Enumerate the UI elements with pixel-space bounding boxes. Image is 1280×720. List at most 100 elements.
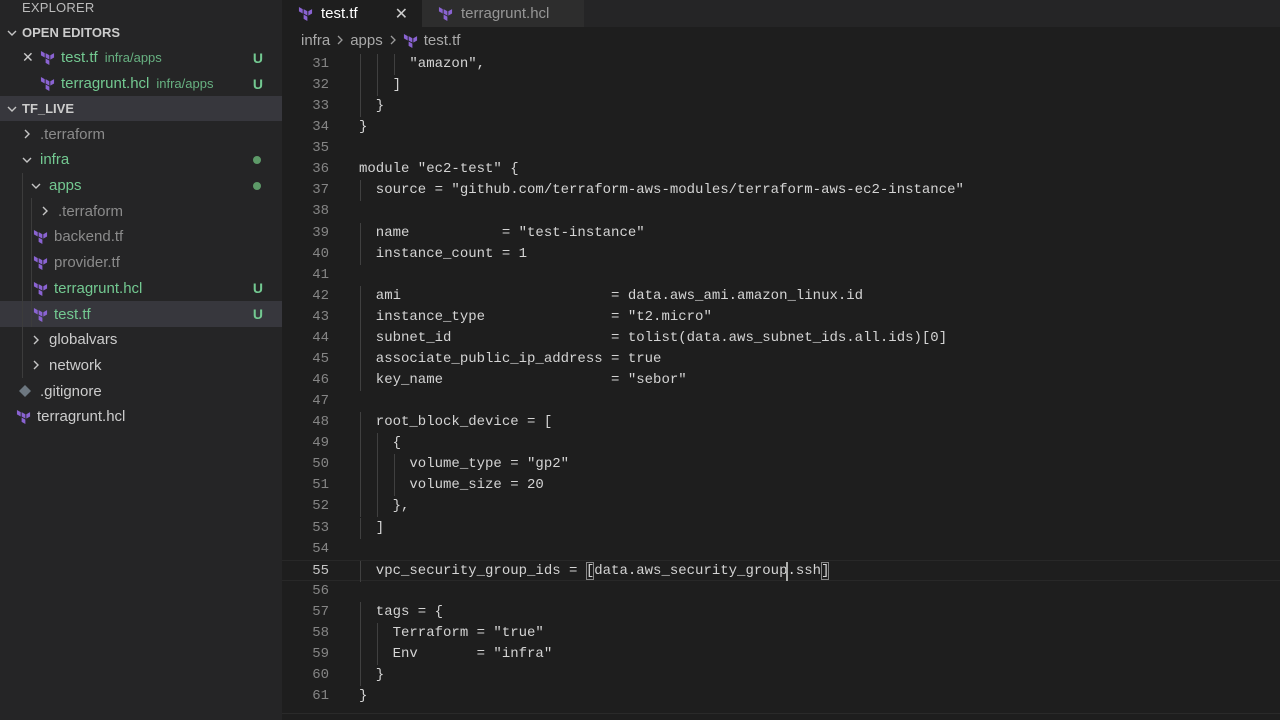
breadcrumb-item[interactable]: apps <box>350 32 383 49</box>
line-number: 53 <box>312 519 329 536</box>
line-number: 51 <box>312 477 329 494</box>
code-text: Env = "infra" <box>359 645 553 662</box>
code-line[interactable]: 50 volume_type = "gp2" <box>282 454 1280 476</box>
open-editor-path: infra/apps <box>156 76 214 92</box>
tree-folder-apps-terraform[interactable]: .terraform <box>0 198 282 225</box>
tree-folder-network[interactable]: network <box>0 352 282 379</box>
line-number: 56 <box>312 582 329 599</box>
open-editors-label: OPEN EDITORS <box>22 25 121 40</box>
code-line[interactable]: 33 } <box>282 96 1280 118</box>
tree-file-backend-tf[interactable]: backend.tf <box>0 224 282 250</box>
code-line[interactable]: 41 <box>282 265 1280 286</box>
code-text: } <box>359 119 368 136</box>
tree-file-gitignore[interactable]: .gitignore <box>0 378 282 404</box>
explorer-sidebar: EXPLORER OPEN EDITORS ✕ test.tf infra/ap… <box>0 0 282 720</box>
line-number: 43 <box>312 308 329 325</box>
tree-folder-globalvars[interactable]: globalvars <box>0 326 282 353</box>
code-line[interactable]: 38 <box>282 201 1280 222</box>
tree-guide <box>22 352 23 379</box>
code-line[interactable]: 35 <box>282 138 1280 159</box>
tree-item-label: infra <box>40 151 70 169</box>
code-text: module "ec2-test" { <box>359 161 519 178</box>
tree-file-terragrunt-hcl[interactable]: terragrunt.hcl U <box>0 275 282 302</box>
tree-file-root-terragrunt-hcl[interactable]: terragrunt.hcl <box>0 404 282 430</box>
code-line[interactable]: 46 key_name = "sebor" <box>282 370 1280 392</box>
code-line[interactable]: 53 ] <box>282 517 1280 539</box>
code-line[interactable]: 44 subnet_id = tolist(data.aws_subnet_id… <box>282 327 1280 349</box>
code-line[interactable]: 58 Terraform = "true" <box>282 622 1280 644</box>
code-text: }, <box>359 498 410 515</box>
indent-guide <box>393 475 395 497</box>
code-line[interactable]: 40 instance_count = 1 <box>282 243 1280 265</box>
code-line[interactable]: 60 } <box>282 665 1280 687</box>
tree-guide <box>22 198 23 225</box>
code-line[interactable]: 31 "amazon", <box>282 54 1280 75</box>
code-line[interactable]: 42 ami = data.aws_ami.amazon_linux.id <box>282 285 1280 307</box>
code-line[interactable]: 39 name = "test-instance" <box>282 222 1280 244</box>
code-text: Terraform = "true" <box>359 624 544 641</box>
code-line[interactable]: 48 root_block_device = [ <box>282 412 1280 434</box>
code-line[interactable]: 32 ] <box>282 75 1280 97</box>
tree-guide <box>22 326 23 353</box>
line-number: 42 <box>312 287 329 304</box>
workspace-header[interactable]: TF_LIVE <box>0 96 282 122</box>
horizontal-scrollbar[interactable] <box>282 713 1280 720</box>
tree-folder-terraform[interactable]: .terraform <box>0 121 282 147</box>
code-line[interactable]: 52 }, <box>282 496 1280 518</box>
tree-item-label: provider.tf <box>54 254 120 272</box>
tab-test-tf[interactable]: test.tf ✕ <box>282 0 422 27</box>
tree-file-provider-tf[interactable]: provider.tf <box>0 249 282 276</box>
indent-guide <box>360 622 361 644</box>
tree-folder-apps[interactable]: apps <box>0 172 282 199</box>
open-editors-header[interactable]: OPEN EDITORS <box>0 20 282 45</box>
tab-terragrunt-hcl[interactable]: terragrunt.hcl <box>422 0 584 27</box>
code-line[interactable]: 45 associate_public_ip_address = true <box>282 348 1280 370</box>
code-line[interactable]: 54 <box>282 539 1280 560</box>
indent-guide <box>360 643 361 665</box>
indent-guide <box>360 327 361 349</box>
code-line[interactable]: 55 vpc_security_group_ids = [data.aws_se… <box>282 559 1280 582</box>
code-line[interactable]: 61} <box>282 686 1280 707</box>
code-editor[interactable]: 31 "amazon", 32 ] 33 } 34} 35 36 module "ec2-t… <box>282 54 1280 720</box>
tree-folder-infra[interactable]: infra <box>0 147 282 173</box>
open-editor-terragrunt-hcl[interactable]: terragrunt.hcl infra/apps U <box>0 71 282 97</box>
breadcrumb-item[interactable]: infra <box>301 32 330 49</box>
code-line[interactable]: 57 tags = { <box>282 601 1280 623</box>
indent-guide <box>360 517 361 539</box>
tree-item-label: backend.tf <box>54 228 124 246</box>
tree-file-test-tf[interactable]: test.tf U <box>0 301 282 327</box>
open-editor-path: infra/apps <box>104 50 162 66</box>
bracket-match-highlight <box>585 561 595 580</box>
open-editor-test-tf[interactable]: ✕ test.tf infra/apps U <box>0 45 282 71</box>
close-icon[interactable]: ✕ <box>22 49 36 66</box>
tree-item-label: terragrunt.hcl <box>37 408 126 426</box>
code-line[interactable]: 36 module "ec2-test" { <box>282 159 1280 180</box>
line-number: 46 <box>312 372 329 389</box>
indent-guide <box>360 96 361 118</box>
indent-guide <box>360 180 361 202</box>
line-number: 49 <box>312 435 329 452</box>
close-icon[interactable]: ✕ <box>395 4 408 24</box>
code-line[interactable]: 43 instance_type = "t2.micro" <box>282 306 1280 328</box>
modified-dot <box>253 181 261 190</box>
line-number: 45 <box>312 350 329 367</box>
tree-item-label: .gitignore <box>40 382 102 400</box>
line-number: 55 <box>312 562 329 579</box>
code-line[interactable]: 37 source = "github.com/terraform-aws-mo… <box>282 180 1280 202</box>
breadcrumb-item[interactable]: test.tf <box>424 32 461 49</box>
code-line[interactable]: 47 <box>282 391 1280 412</box>
indent-guide <box>393 454 395 476</box>
code-line[interactable]: 51 volume_size = 20 <box>282 475 1280 497</box>
indent-guide <box>360 601 361 623</box>
line-number: 34 <box>312 119 329 136</box>
indent-guide <box>360 54 361 75</box>
code-line[interactable]: 56 <box>282 581 1280 602</box>
code-line[interactable]: 34} <box>282 117 1280 138</box>
indent-guide <box>360 496 361 518</box>
tree-item-label: terragrunt.hcl <box>54 279 143 297</box>
code-line[interactable]: 59 Env = "infra" <box>282 643 1280 665</box>
open-editor-filename: test.tf <box>61 49 98 67</box>
tree-item-label: globalvars <box>49 331 118 349</box>
code-line[interactable]: 49 { <box>282 433 1280 455</box>
indent-guide <box>360 285 361 307</box>
